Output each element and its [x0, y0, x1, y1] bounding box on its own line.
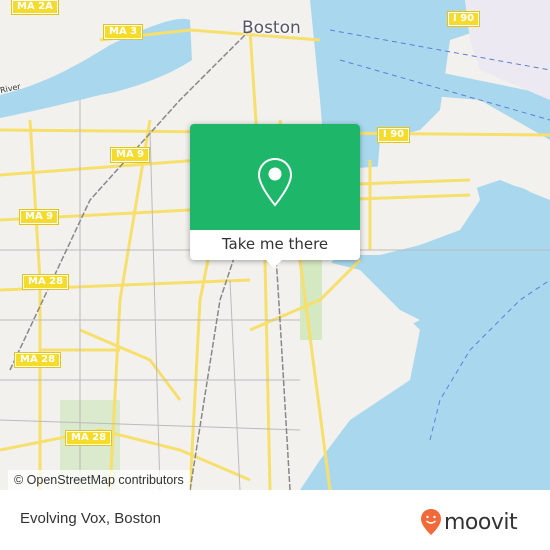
moovit-smiley-pin-icon — [421, 509, 441, 535]
route-shield-i-90: I 90 — [446, 11, 481, 27]
route-shield-ma-28: MA 28 — [13, 352, 62, 368]
map[interactable]: Boston River MA 2A MA 3 I 90 I 90 MA 9 M… — [0, 0, 550, 490]
brand-wordmark: moovit — [444, 509, 518, 535]
route-shield-ma-9: MA 9 — [109, 147, 151, 163]
place-name: Evolving Vox, Boston — [20, 510, 161, 527]
route-shield-ma-3: MA 3 — [102, 24, 144, 40]
popup-pointer — [266, 260, 282, 268]
route-shield-ma-9: MA 9 — [18, 209, 60, 225]
location-popup[interactable]: Take me there — [190, 124, 360, 268]
route-shield-ma-28: MA 28 — [21, 274, 70, 290]
moovit-logo[interactable]: moovit — [420, 508, 518, 536]
take-me-there-button[interactable]: Take me there — [190, 230, 360, 260]
popup-header[interactable] — [190, 124, 360, 230]
city-label-boston: Boston — [242, 18, 301, 38]
map-attribution[interactable]: © OpenStreetMap contributors — [8, 470, 190, 490]
location-pin-icon — [257, 157, 293, 207]
route-shield-i-90: I 90 — [376, 127, 411, 143]
route-shield-ma-2a: MA 2A — [11, 0, 59, 15]
route-shield-ma-28: MA 28 — [64, 430, 113, 446]
